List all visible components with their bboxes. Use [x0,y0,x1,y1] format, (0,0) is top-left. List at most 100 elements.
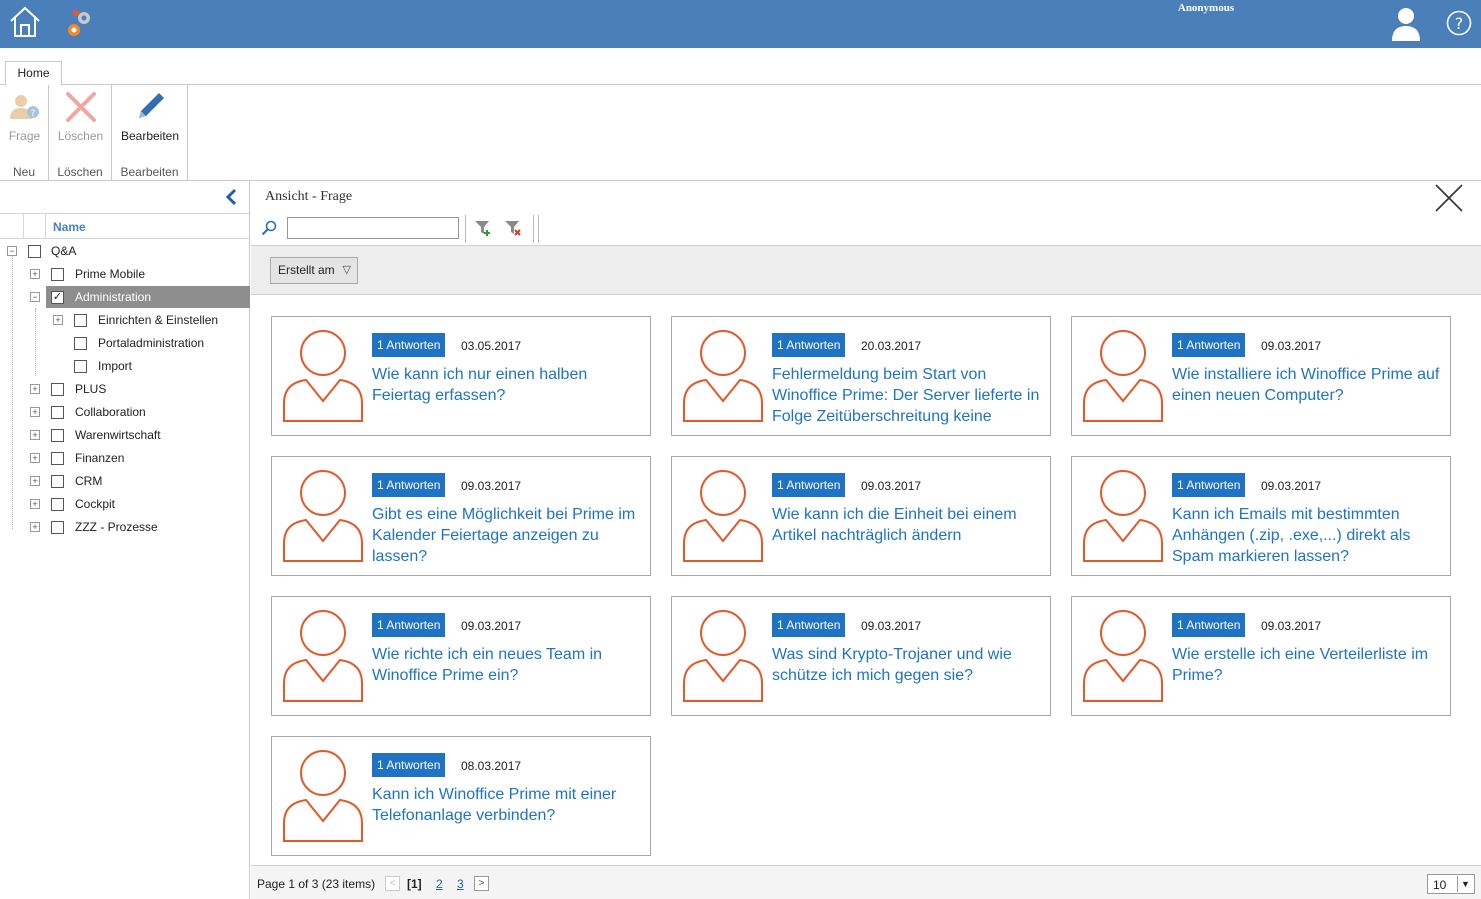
tree-node-administration[interactable]: − ✓ Administration [30,286,250,308]
expand-icon[interactable]: + [30,430,40,440]
checkbox[interactable] [51,498,64,511]
checkbox-checked[interactable]: ✓ [51,291,64,304]
expand-icon[interactable]: + [30,407,40,417]
checkbox[interactable] [74,360,87,373]
question-card[interactable]: 1 Antworten 09.03.2017 Wie richte ich ei… [271,596,651,716]
question-card[interactable]: 1 Antworten 09.03.2017 Was sind Krypto-T… [671,596,1051,716]
question-title[interactable]: Was sind Krypto-Trojaner und wie schütze… [772,644,1050,706]
question-title[interactable]: Wie kann ich nur einen halben Feiertag e… [372,364,650,426]
user-icon[interactable] [1390,5,1422,43]
home-icon[interactable] [8,5,42,39]
question-title[interactable]: Kann ich Winoffice Prime mit einer Telef… [372,784,650,846]
checkbox[interactable] [51,429,64,442]
gears-icon[interactable] [64,6,96,40]
tree-node-plus[interactable]: + PLUS [0,378,250,400]
tree-header-name[interactable]: Name [53,220,86,234]
chevron-down-icon[interactable]: ▼ [1457,876,1473,892]
expand-icon[interactable]: + [30,499,40,509]
group-label-neu: Neu [12,165,35,179]
collapse-icon[interactable]: − [7,246,17,256]
delete-button[interactable]: Löschen [49,87,112,149]
pencil-icon [139,93,164,118]
add-filter-icon[interactable] [474,219,492,237]
checkbox[interactable] [74,337,87,350]
new-question-button[interactable]: ? Frage [0,87,49,149]
tree-node-cockpit[interactable]: + Cockpit [0,493,250,515]
checkbox[interactable] [51,475,64,488]
question-card[interactable]: 1 Antworten 08.03.2017 Kann ich Winoffic… [271,736,651,856]
answers-badge[interactable]: 1 Antworten [372,753,446,777]
tree-node-import[interactable]: Import [0,355,250,377]
answers-badge[interactable]: 1 Antworten [772,473,846,497]
prev-page-button[interactable]: < [385,876,400,891]
checkbox[interactable] [51,406,64,419]
answers-badge[interactable]: 1 Antworten [1172,333,1246,357]
new-question-icon: ? [9,95,39,119]
question-title[interactable]: Wie kann ich die Einheit bei einem Artik… [772,504,1050,566]
page-2-link[interactable]: 2 [436,877,443,891]
expand-icon[interactable]: + [53,315,63,325]
question-title[interactable]: Wie installiere ich Winoffice Prime auf … [1172,364,1450,426]
question-card[interactable]: 1 Antworten 09.03.2017 Wie installiere i… [1071,316,1451,436]
clear-filter-icon[interactable] [504,219,522,237]
expand-icon[interactable]: + [30,522,40,532]
person-avatar-icon [1083,330,1163,422]
collapse-icon[interactable]: − [30,292,40,302]
checkbox[interactable] [74,314,87,327]
checkbox[interactable] [51,383,64,396]
checkbox[interactable] [51,521,64,534]
question-card[interactable]: 1 Antworten 03.05.2017 Wie kann ich nur … [271,316,651,436]
checkbox[interactable] [28,245,41,258]
answers-badge[interactable]: 1 Antworten [372,473,446,497]
tree-node-portaladministration[interactable]: Portaladministration [0,332,250,354]
expand-icon[interactable]: + [30,476,40,486]
answers-badge[interactable]: 1 Antworten [772,333,846,357]
question-card[interactable]: 1 Antworten 20.03.2017 Fehlermeldung bei… [671,316,1051,436]
question-title[interactable]: Fehlermeldung beim Start von Winoffice P… [772,364,1050,426]
page-3-link[interactable]: 3 [457,877,464,891]
tree-node-zzz-prozesse[interactable]: + ZZZ - Prozesse [0,516,250,538]
answers-badge[interactable]: 1 Antworten [772,613,846,637]
tree-node-warenwirtschaft[interactable]: + Warenwirtschaft [0,424,250,446]
collapse-panel-icon[interactable] [224,188,240,206]
tree-node-prime-mobile[interactable]: + Prime Mobile [0,263,250,285]
ribbon: ? Frage Neu Löschen Löschen Bearbeiten B… [0,85,1481,181]
tree-node-collaboration[interactable]: + Collaboration [0,401,250,423]
question-title[interactable]: Gibt es eine Möglichkeit bei Prime im Ka… [372,504,650,566]
question-card[interactable]: 1 Antworten 09.03.2017 Wie erstelle ich … [1071,596,1451,716]
question-card[interactable]: 1 Antworten 09.03.2017 Wie kann ich die … [671,456,1051,576]
tree-node-label: Cockpit [75,497,116,511]
tree-node-finanzen[interactable]: + Finanzen [0,447,250,469]
answers-badge[interactable]: 1 Antworten [1172,473,1246,497]
search-input[interactable] [287,217,459,239]
close-icon[interactable] [1434,183,1464,213]
next-page-button[interactable]: > [474,876,489,891]
question-title[interactable]: Wie richte ich ein neues Team in Winoffi… [372,644,650,706]
pager-info: Page 1 of 3 (23 items) [257,877,376,891]
expand-icon[interactable]: + [30,384,40,394]
tab-home[interactable]: Home [5,61,62,86]
expand-icon[interactable]: + [30,269,40,279]
help-icon[interactable]: ? [1446,10,1472,36]
tree-node-crm[interactable]: + CRM [0,470,250,492]
tree-header-check-col [24,214,46,239]
question-title[interactable]: Kann ich Emails mit bestimmten Anhängen … [1172,504,1450,566]
answers-badge[interactable]: 1 Antworten [372,613,446,637]
edit-button[interactable]: Bearbeiten [112,87,188,149]
expand-icon[interactable]: + [30,453,40,463]
question-card[interactable]: 1 Antworten 09.03.2017 Kann ich Emails m… [1071,456,1451,576]
sort-created-button[interactable]: Erstellt am ▽ [270,257,358,284]
question-title[interactable]: Wie erstelle ich eine Verteilerliste im … [1172,644,1450,706]
view-title: Ansicht - Frage [265,189,353,204]
card-date: 08.03.2017 [461,759,522,773]
question-card[interactable]: 1 Antworten 09.03.2017 Gibt es eine Mögl… [271,456,651,576]
edit-label: Bearbeiten [120,129,180,143]
checkbox[interactable] [51,268,64,281]
answers-badge[interactable]: 1 Antworten [372,333,446,357]
checkbox[interactable] [51,452,64,465]
answers-badge[interactable]: 1 Antworten [1172,613,1246,637]
tree-node-qa[interactable]: − Q&A [0,240,250,262]
page-size-select[interactable]: 10 ▼ [1427,874,1475,894]
tree-node-einrichten[interactable]: + Einrichten & Einstellen [0,309,250,331]
tree-node-label: Q&A [51,244,77,258]
